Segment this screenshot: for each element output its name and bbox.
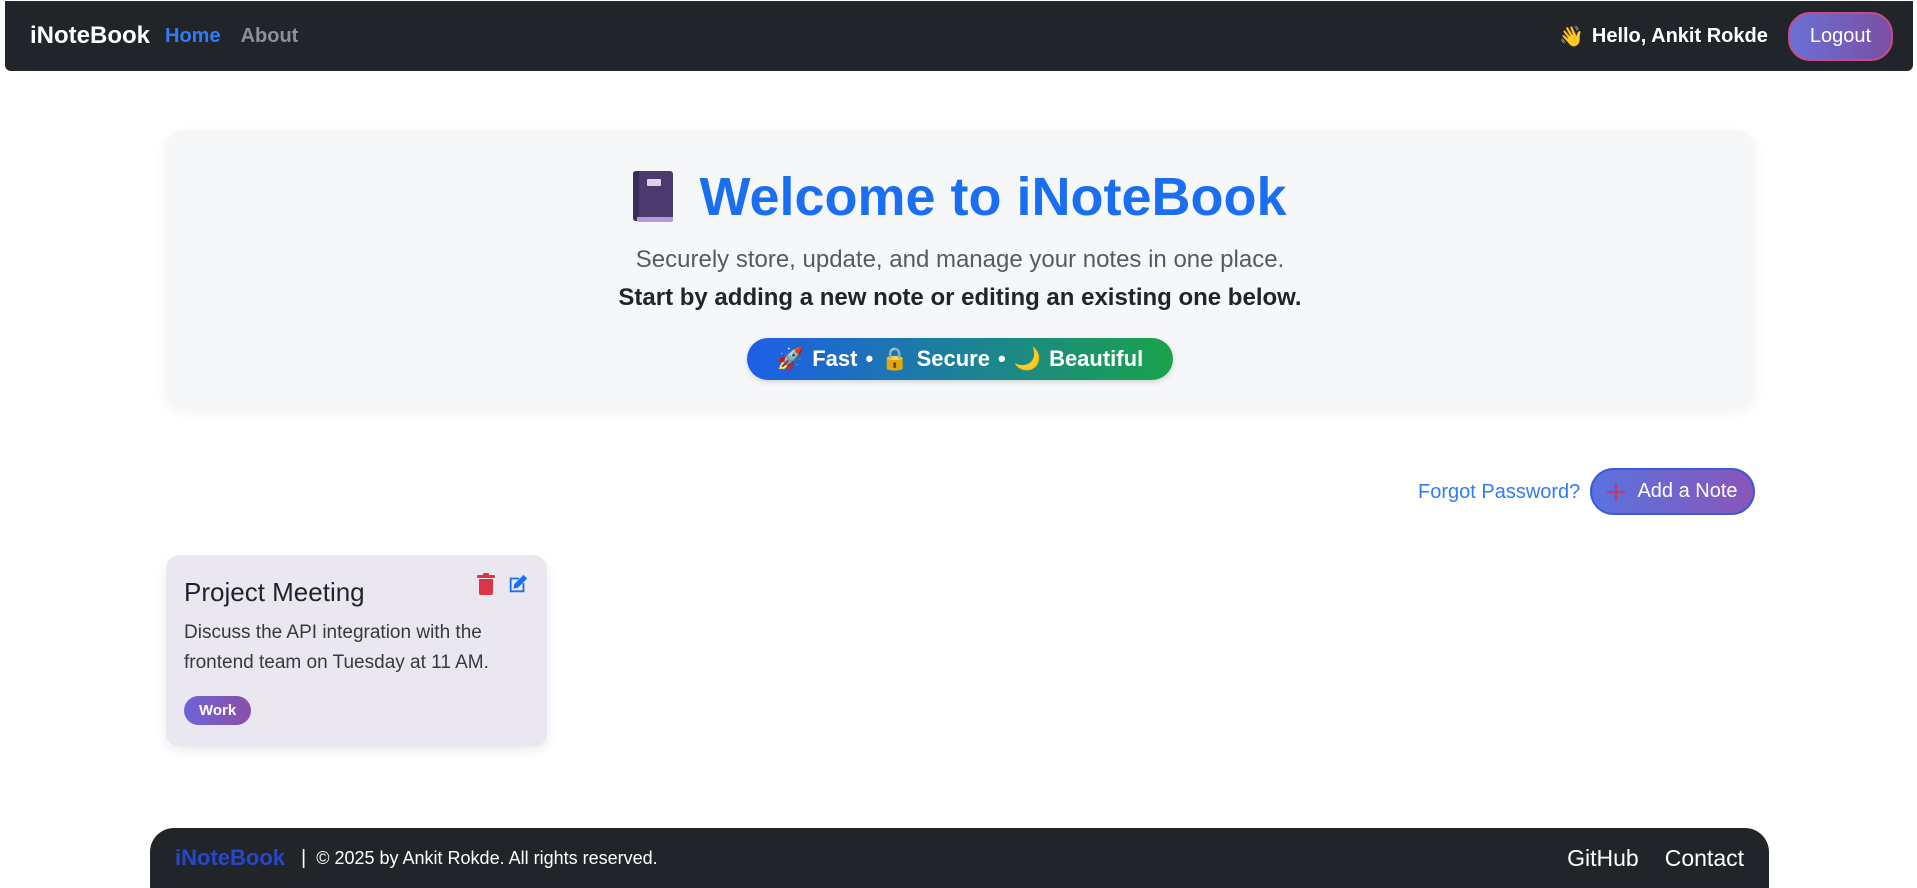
feature-fast: Fast [812,346,858,371]
note-actions [477,573,529,595]
add-note-label: Add a Note [1637,480,1738,502]
hero-title: Welcome to iNoteBook [166,162,1754,232]
forgot-password-link[interactable]: Forgot Password? [1418,481,1580,504]
feature-separator: • [997,346,1006,371]
note-card: Project Meeting Discuss the API integrat… [166,555,547,747]
hero-title-text: Welcome to iNoteBook [699,167,1287,227]
note-tag-badge: Work [184,696,252,725]
footer-link-github[interactable]: GitHub [1567,845,1639,872]
navbar-brand[interactable]: iNoteBook [30,22,150,50]
greeting-text: Hello, Ankit Rokde [1591,24,1768,47]
footer-separator: | [301,846,307,869]
waving-hand-icon: 👋 [1558,25,1584,48]
footer-brand: iNoteBook [175,845,285,870]
feature-beautiful: Beautiful [1049,346,1144,371]
features-pill: 🚀 Fast • 🔒 Secure • 🌙 Beautiful [746,338,1174,380]
hero-instructions: Start by adding a new note or editing an… [618,284,1302,311]
plus-icon [1607,482,1626,501]
logout-button[interactable]: Logout [1787,11,1893,61]
hero-subtitle: Securely store, update, and manage your … [635,246,1285,273]
moon-icon: 🌙 [1013,346,1042,371]
nav-link-home[interactable]: Home [165,25,221,48]
footer-link-contact[interactable]: Contact [1665,845,1744,872]
footer: iNoteBook | © 2025 by Ankit Rokde. All r… [150,828,1769,888]
add-note-button[interactable]: Add a Note [1590,468,1755,515]
rocket-icon: 🚀 [776,346,805,371]
feature-secure: Secure [916,346,990,371]
footer-copyright: © 2025 by Ankit Rokde. All rights reserv… [316,847,658,868]
feature-separator: • [865,346,874,371]
lock-icon: 🔒 [881,346,909,371]
user-greeting: 👋 Hello, Ankit Rokde [1559,24,1768,49]
welcome-hero: Welcome to iNoteBook Securely store, upd… [166,130,1754,407]
note-description: Discuss the API integration with the fro… [184,622,489,673]
notebook-icon [633,171,674,223]
trash-icon[interactable] [477,573,495,595]
nav-link-about[interactable]: About [241,25,299,48]
edit-icon[interactable] [507,573,529,595]
navbar: iNoteBook Home About 👋 Hello, Ankit Rokd… [5,1,1913,71]
